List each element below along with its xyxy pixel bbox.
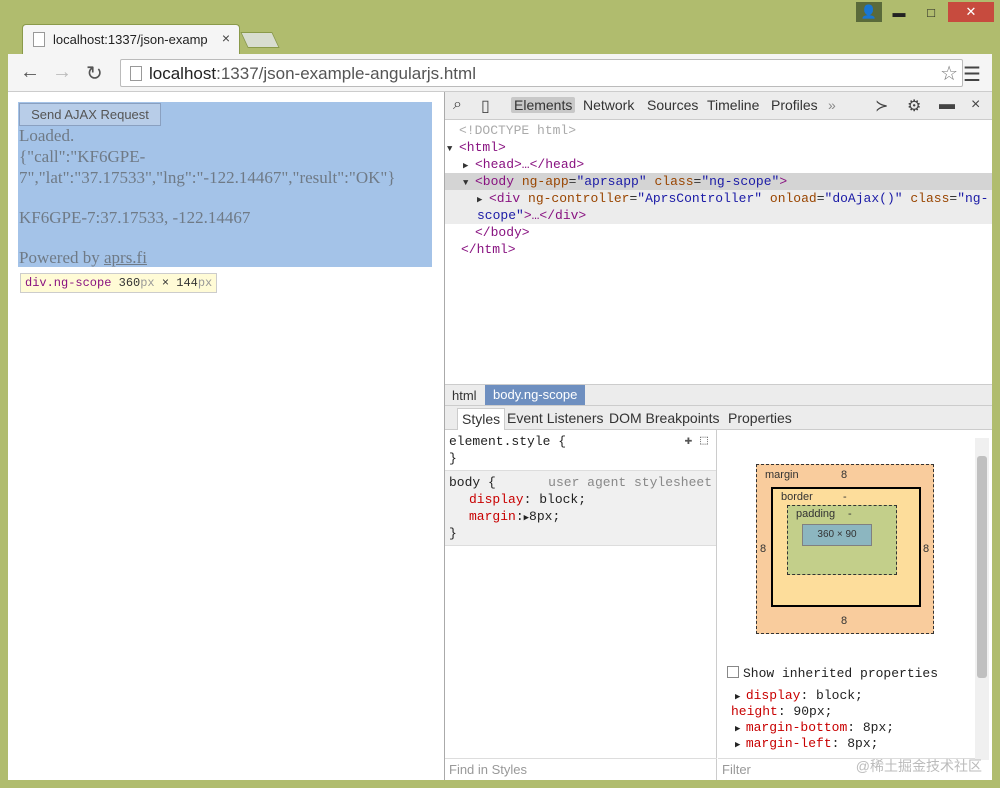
dom-head[interactable]: ▶ <head>…</head> <box>445 156 992 173</box>
tab-styles[interactable]: Styles <box>457 408 506 430</box>
body-ua-rule: body {user agent stylesheet display: blo… <box>445 471 716 546</box>
dom-body-close[interactable]: </body> <box>445 224 992 241</box>
devtools-panel: ⌕ ▯ Elements Network Sources Timeline Pr… <box>445 92 992 780</box>
dom-html-close[interactable]: </html> <box>445 241 992 258</box>
dom-div[interactable]: ▶ <div ng-controller="AprsController" onl… <box>445 190 992 207</box>
url-text: localhost:1337/json-example-angularjs.ht… <box>149 64 476 83</box>
page-viewport: Send AJAX Request Loaded. {"call":"KF6GP… <box>8 92 445 780</box>
tab-profiles[interactable]: Profiles <box>771 97 818 113</box>
tab-network[interactable]: Network <box>583 97 634 113</box>
loaded-text: Loaded. <box>19 126 75 145</box>
dom-doctype[interactable]: <!DOCTYPE html> <box>445 122 992 139</box>
console-drawer-icon[interactable]: ≻ <box>875 96 888 116</box>
crumb-body[interactable]: body.ng-scope <box>485 385 586 405</box>
device-mode-icon[interactable]: ▯ <box>481 96 490 116</box>
new-tab-button[interactable] <box>240 32 280 48</box>
box-content: 360 × 90 <box>802 524 872 546</box>
dock-icon[interactable]: ▬ <box>939 96 955 114</box>
send-ajax-button[interactable]: Send AJAX Request <box>19 103 161 126</box>
show-inherited-checkbox[interactable]: Show inherited properties <box>727 666 938 681</box>
back-icon[interactable]: ← <box>20 61 40 84</box>
close-devtools-icon[interactable]: × <box>971 96 980 114</box>
search-icon[interactable]: ⌕ <box>453 96 462 114</box>
box-border: border - padding - 360 × 90 <box>771 487 921 607</box>
tab-title: localhost:1337/json-examp <box>53 32 208 47</box>
add-rule-icon[interactable]: ✚ ⬚ <box>685 433 708 448</box>
computed-property[interactable]: ▶ margin-left: 8px; <box>735 736 894 752</box>
close-window-button[interactable]: ✕ <box>948 2 994 22</box>
computed-property[interactable]: height: 90px; <box>731 704 894 720</box>
scroll-thumb[interactable] <box>977 456 987 678</box>
json-line-2: 7","lat":"37.17533","lng":"-122.14467","… <box>19 168 396 187</box>
page-icon <box>33 32 45 47</box>
page-icon <box>130 66 142 81</box>
gear-icon[interactable]: ⚙ <box>907 96 921 116</box>
powered-by: Powered by aprs.fi <box>19 248 147 267</box>
dom-div-cont: scope">…</div> <box>445 207 992 224</box>
reload-icon[interactable]: ↻ <box>86 61 103 86</box>
browser-window: localhost:1337/json-examp × 👤 ▬ □ ✕ ← → … <box>0 0 1000 788</box>
close-tab-icon[interactable]: × <box>222 30 230 46</box>
devtools-toolbar: ⌕ ▯ Elements Network Sources Timeline Pr… <box>445 92 992 120</box>
tab-properties[interactable]: Properties <box>728 410 792 426</box>
styles-pane: element.style { } ✚ ⬚ body {user agent s… <box>445 430 717 780</box>
minimize-button[interactable]: ▬ <box>884 2 914 22</box>
menu-icon[interactable]: ☰ <box>963 62 981 87</box>
browser-toolbar: ← → ↻ localhost:1337/json-example-angula… <box>8 54 992 92</box>
ua-source: user agent stylesheet <box>548 475 712 490</box>
breadcrumb: html body.ng-scope <box>445 384 992 406</box>
tab-elements[interactable]: Elements <box>511 97 576 113</box>
tab-dom-breakpoints[interactable]: DOM Breakpoints <box>609 410 719 426</box>
styles-scrollbar[interactable] <box>975 438 989 760</box>
crumb-html[interactable]: html <box>452 388 477 403</box>
browser-tab[interactable]: localhost:1337/json-examp × <box>22 24 240 54</box>
element-style-rule[interactable]: element.style { } ✚ ⬚ <box>445 430 716 471</box>
tab-sources[interactable]: Sources <box>647 97 698 113</box>
aprs-link[interactable]: aprs.fi <box>104 248 147 267</box>
more-tabs-icon[interactable]: » <box>828 97 836 113</box>
dom-tree: <!DOCTYPE html> ▼ <html> ▶ <head>…</head> … <box>445 122 992 258</box>
bookmark-star-icon[interactable]: ☆ <box>940 61 958 86</box>
dom-body[interactable]: ▼ <body ng-app="aprsapp" class="ng-scope"… <box>445 173 992 190</box>
user-icon[interactable]: 👤 <box>856 2 882 22</box>
inspect-tooltip: div.ng-scope 360px × 144px <box>20 273 218 293</box>
styles-tabbar: Styles Event Listeners DOM Breakpoints P… <box>445 406 992 430</box>
address-bar[interactable]: localhost:1337/json-example-angularjs.ht… <box>120 59 963 87</box>
box-margin: margin 8 8 8 8 border - padding - 360 × … <box>756 464 934 634</box>
maximize-button[interactable]: □ <box>916 2 946 22</box>
window-controls: 👤 ▬ □ ✕ <box>856 2 994 22</box>
computed-properties: ▶ display: block; height: 90px; ▶ margin-b… <box>731 688 894 752</box>
computed-property[interactable]: ▶ display: block; <box>735 688 894 704</box>
watermark: @稀土掘金技术社区 <box>855 758 982 774</box>
dom-html[interactable]: ▼ <html> <box>445 139 992 156</box>
box-padding: padding - 360 × 90 <box>787 505 897 575</box>
find-in-styles-input[interactable]: Find in Styles <box>445 758 717 780</box>
tab-event-listeners[interactable]: Event Listeners <box>507 410 604 426</box>
json-line-1: {"call":"KF6GPE- <box>19 147 146 166</box>
forward-icon[interactable]: → <box>52 61 72 84</box>
tab-timeline[interactable]: Timeline <box>707 97 759 113</box>
computed-property[interactable]: ▶ margin-bottom: 8px; <box>735 720 894 736</box>
coords-text: KF6GPE-7:37.17533, -122.14467 <box>19 208 251 227</box>
